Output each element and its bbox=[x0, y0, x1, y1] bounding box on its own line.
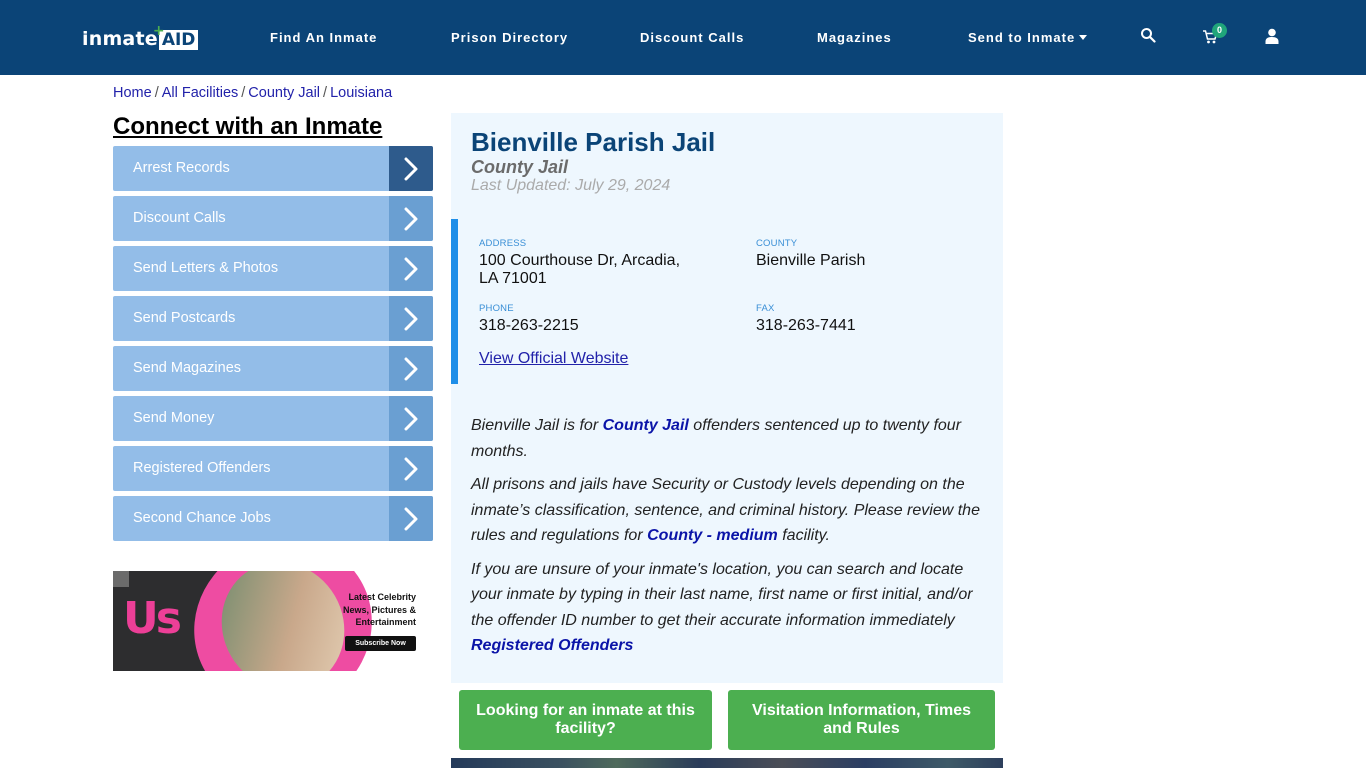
address-label: ADDRESS bbox=[479, 238, 527, 249]
sidebar-item-second-chance-jobs[interactable]: Second Chance Jobs bbox=[113, 496, 433, 541]
caret-down-icon bbox=[1079, 35, 1088, 40]
chevron-right-icon bbox=[389, 196, 433, 241]
chevron-right-icon bbox=[389, 346, 433, 391]
nav-magazines[interactable]: Magazines bbox=[817, 30, 892, 45]
logo-text-inmate: inmate bbox=[82, 28, 158, 50]
sidebar-item-send-postcards[interactable]: Send Postcards bbox=[113, 296, 433, 341]
sidebar-menu: Arrest Records Discount Calls Send Lette… bbox=[113, 146, 433, 546]
description-paragraph: All prisons and jails have Security or C… bbox=[471, 476, 980, 544]
visitation-info-button[interactable]: Visitation Information, Times and Rules bbox=[728, 690, 995, 750]
sidebar-item-send-letters-photos[interactable]: Send Letters & Photos bbox=[113, 246, 433, 291]
sidebar-item-label: Send Letters & Photos bbox=[133, 260, 279, 276]
sidebar-item-label: Registered Offenders bbox=[133, 460, 271, 476]
nav-discount-calls[interactable]: Discount Calls bbox=[640, 30, 744, 45]
us-weekly-ad-banner[interactable]: Us Latest Celebrity News, Pictures & Ent… bbox=[113, 571, 416, 671]
county-jail-link[interactable]: County Jail bbox=[603, 417, 689, 434]
ad-corner-mark bbox=[113, 571, 129, 587]
ad-subscribe-button[interactable]: Subscribe Now bbox=[345, 636, 416, 651]
breadcrumb-all-facilities[interactable]: All Facilities bbox=[162, 85, 239, 101]
phone-value: 318-263-2215 bbox=[479, 317, 579, 334]
chevron-right-icon bbox=[389, 296, 433, 341]
breadcrumb-county-jail[interactable]: County Jail bbox=[248, 85, 320, 101]
chevron-right-icon bbox=[389, 446, 433, 491]
ad-tagline: Latest Celebrity News, Pictures & Entert… bbox=[342, 592, 416, 627]
sidebar-item-send-magazines[interactable]: Send Magazines bbox=[113, 346, 433, 391]
facility-name: Bienville Parish Jail bbox=[471, 127, 716, 157]
find-inmate-at-facility-button[interactable]: Looking for an inmate at this facility? bbox=[459, 690, 712, 750]
sidebar-item-label: Send Postcards bbox=[133, 310, 236, 326]
breadcrumb-home[interactable]: Home bbox=[113, 85, 152, 101]
sidebar-item-label: Discount Calls bbox=[133, 210, 226, 226]
sidebar-item-arrest-records[interactable]: Arrest Records bbox=[113, 146, 433, 191]
facility-description: Bienville Jail is for County Jail offend… bbox=[471, 413, 991, 667]
facility-type: County Jail bbox=[471, 157, 569, 177]
county-label: COUNTY bbox=[756, 238, 798, 249]
sidebar-item-send-money[interactable]: Send Money bbox=[113, 396, 433, 441]
sidebar-item-registered-offenders[interactable]: Registered Offenders bbox=[113, 446, 433, 491]
chevron-right-icon bbox=[389, 246, 433, 291]
nav-send-to-inmate[interactable]: Send to Inmate bbox=[968, 30, 1088, 45]
sidebar-item-label: Second Chance Jobs bbox=[133, 510, 271, 526]
nav-prison-directory[interactable]: Prison Directory bbox=[451, 30, 568, 45]
address-line2: LA 71001 bbox=[479, 270, 547, 287]
description-paragraph: Bienville Jail is for County Jail offend… bbox=[471, 417, 962, 460]
phone-label: PHONE bbox=[479, 303, 514, 314]
last-updated: Last Updated: July 29, 2024 bbox=[471, 177, 671, 194]
facility-panel: Bienville Parish Jail County Jail Last U… bbox=[451, 113, 1003, 683]
logo-plus-icon: + bbox=[152, 23, 165, 39]
fax-label: FAX bbox=[756, 303, 775, 314]
ad-brand-logo: Us bbox=[123, 593, 182, 644]
chevron-right-icon bbox=[389, 146, 433, 191]
chevron-right-icon bbox=[389, 396, 433, 441]
inmateaid-logo[interactable]: inmate + AID bbox=[82, 23, 199, 50]
user-icon[interactable] bbox=[1265, 28, 1285, 48]
facility-contact-info: ADDRESS 100 Courthouse Dr, Arcadia, LA 7… bbox=[451, 219, 1003, 384]
registered-offenders-link[interactable]: Registered Offenders bbox=[471, 637, 633, 654]
breadcrumb: Home / All Facilities / County Jail / Louisian… bbox=[113, 85, 393, 101]
connect-with-inmate-heading: Connect with an Inmate bbox=[113, 113, 383, 140]
sidebar-item-label: Send Money bbox=[133, 410, 215, 426]
search-icon[interactable] bbox=[1140, 27, 1160, 47]
sidebar-item-label: Arrest Records bbox=[133, 160, 230, 176]
description-paragraph: If you are unsure of your inmate's locat… bbox=[471, 560, 973, 655]
cart-count-badge: 0 bbox=[1212, 23, 1227, 38]
address-line1: 100 Courthouse Dr, Arcadia, bbox=[479, 252, 681, 269]
logo-text-aid: + AID bbox=[153, 23, 199, 50]
county-medium-link[interactable]: County - medium bbox=[647, 527, 778, 544]
view-official-website-link[interactable]: View Official Website bbox=[479, 350, 628, 368]
fax-value: 318-263-7441 bbox=[756, 317, 856, 334]
satellite-map-image bbox=[451, 758, 1003, 768]
chevron-right-icon bbox=[389, 496, 433, 541]
sidebar-item-discount-calls[interactable]: Discount Calls bbox=[113, 196, 433, 241]
nav-find-an-inmate[interactable]: Find An Inmate bbox=[270, 30, 377, 45]
breadcrumb-louisiana[interactable]: Louisiana bbox=[330, 85, 392, 101]
county-value: Bienville Parish bbox=[756, 252, 866, 269]
sidebar-item-label: Send Magazines bbox=[133, 360, 242, 376]
top-navbar: inmate + AID Find An Inmate Prison Direct… bbox=[0, 0, 1366, 75]
